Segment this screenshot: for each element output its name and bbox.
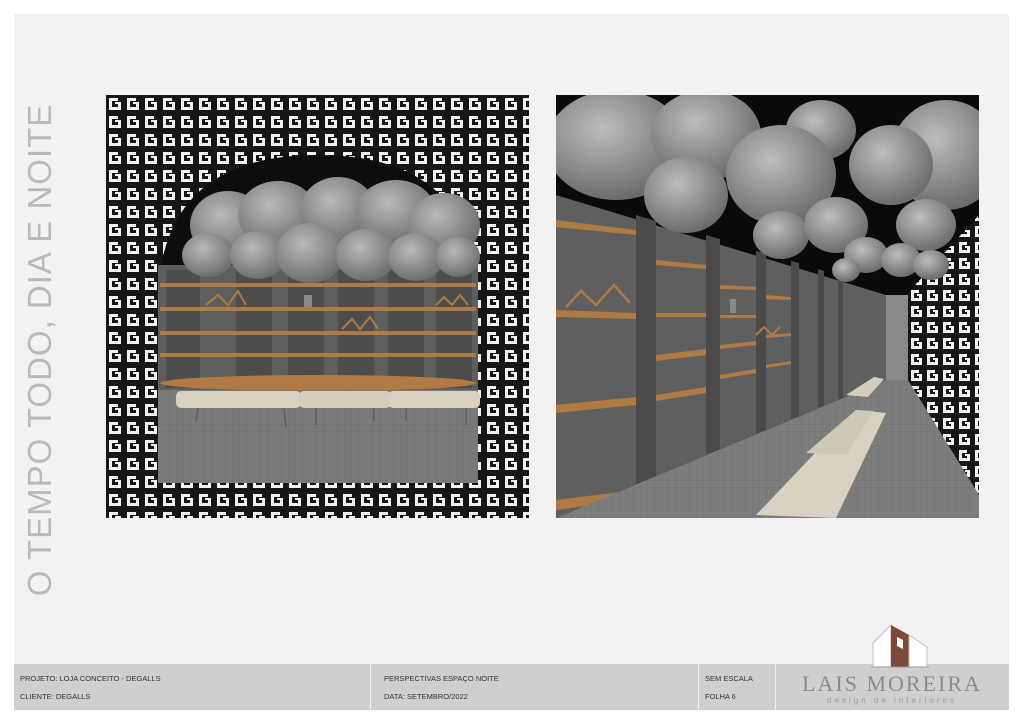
vertical-title: O TEMPO TODO, DIA E NOITE [21, 103, 58, 597]
title-block-scale-cell: SEM ESCALA FOLHA 6 [699, 664, 775, 710]
render-corridor-image [556, 95, 979, 518]
logo-name: LAIS MOREIRA [802, 671, 982, 696]
title-block-project-cell: PROJETO: LOJA CONCEITO - DEGALLS CLIENTE… [14, 664, 370, 710]
sheet-title: PERSPECTIVAS ESPAÇO NOITE [384, 674, 499, 683]
client-label: CLIENTE: DEGALLS [20, 692, 91, 701]
render-front-image [106, 95, 529, 518]
project-label: PROJETO: LOJA CONCEITO - DEGALLS [20, 674, 161, 683]
scale-label: SEM ESCALA [705, 674, 753, 683]
perspective-render-corridor [556, 95, 979, 518]
sheet-number: FOLHA 6 [705, 692, 736, 701]
perspective-render-front [106, 95, 529, 518]
logo-subtitle: design de interiores [827, 696, 957, 705]
title-block-divider [370, 664, 371, 710]
house-logo-icon [871, 623, 929, 668]
date-label: DATA: SETEMBRO/2022 [384, 692, 468, 701]
title-block-sheet-cell: PERSPECTIVAS ESPAÇO NOITE DATA: SETEMBRO… [378, 664, 698, 710]
brand-logo: LAIS MOREIRA design de interiores [775, 615, 1009, 710]
